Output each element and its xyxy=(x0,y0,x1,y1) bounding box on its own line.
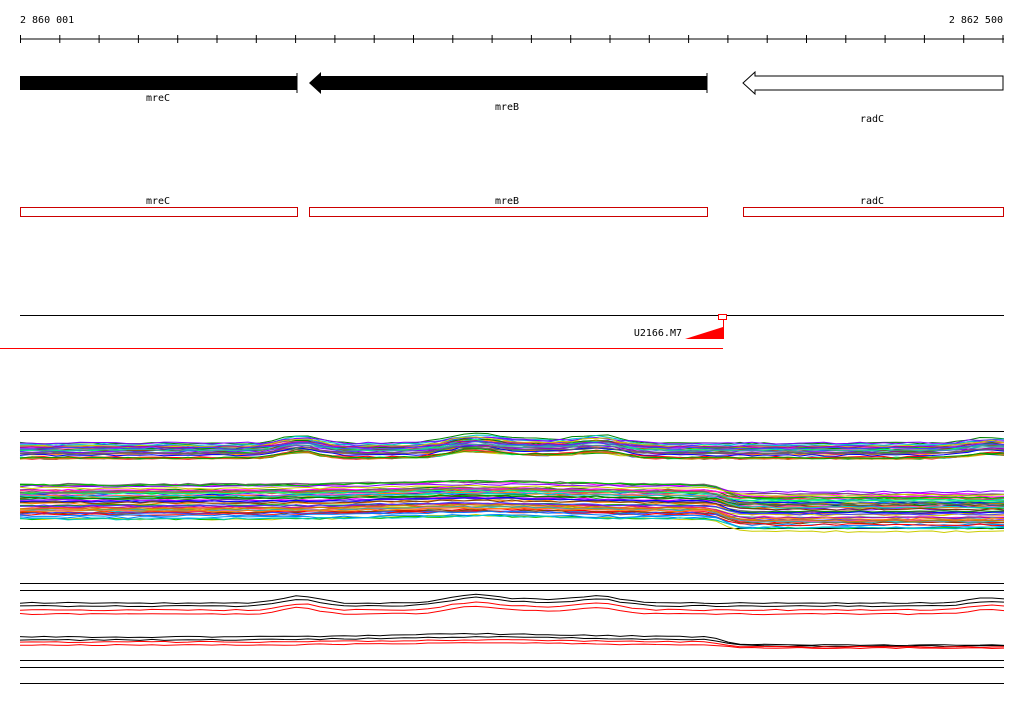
ruler-start-label: 2 860 001 xyxy=(20,15,74,26)
cds-track: mreC mreB radC xyxy=(20,196,1004,217)
cds-label-radC: radC xyxy=(860,196,884,207)
transcript-track: U2166.M7 xyxy=(0,314,1004,349)
gene-label-radC: radC xyxy=(860,114,884,125)
gene-mreB[interactable]: mreB xyxy=(309,72,708,113)
summary-line xyxy=(19,605,1005,616)
cds-label-mreC: mreC xyxy=(146,196,170,207)
gene-track: mreC mreB radC xyxy=(20,70,1004,125)
cds-box-mreB[interactable] xyxy=(309,207,708,217)
gene-arrow-radC[interactable] xyxy=(742,70,1004,96)
gene-arrow-mreB[interactable] xyxy=(309,72,707,94)
cds-box-radC[interactable] xyxy=(743,207,1004,217)
gene-radC[interactable]: radC xyxy=(742,70,1004,125)
transcript-label: U2166.M7 xyxy=(634,328,682,339)
cds-mreB[interactable]: mreB xyxy=(309,196,708,217)
transcript-tss-box[interactable] xyxy=(718,314,727,320)
coordinate-ruler: 2 860 001 2 862 500 xyxy=(20,15,1004,43)
cds-box-mreC[interactable] xyxy=(20,207,298,217)
gene-label-mreB: mreB xyxy=(495,102,519,113)
gene-label-mreC: mreC xyxy=(146,93,170,104)
gene-mreC[interactable]: mreC xyxy=(20,73,298,104)
summary-line xyxy=(19,593,1005,605)
cds-label-mreB: mreB xyxy=(495,196,519,207)
ruler-end-label: 2 862 500 xyxy=(949,15,1003,26)
gene-arrow-mreC[interactable] xyxy=(20,76,297,90)
cds-mreC[interactable]: mreC xyxy=(20,196,298,217)
genome-browser-view: 2 860 001 2 862 500 mreC mreB radC mreC … xyxy=(0,15,1005,684)
summary-lines xyxy=(19,593,1005,650)
summary-profile-panel xyxy=(19,583,1005,684)
transcript-start-marker[interactable] xyxy=(685,327,723,339)
cds-radC[interactable]: radC xyxy=(743,196,1004,217)
profile-lines-lower xyxy=(19,479,1005,534)
profile-lines-upper xyxy=(19,432,1005,461)
summary-line xyxy=(19,639,1005,649)
expression-profile-panel xyxy=(19,431,1005,534)
